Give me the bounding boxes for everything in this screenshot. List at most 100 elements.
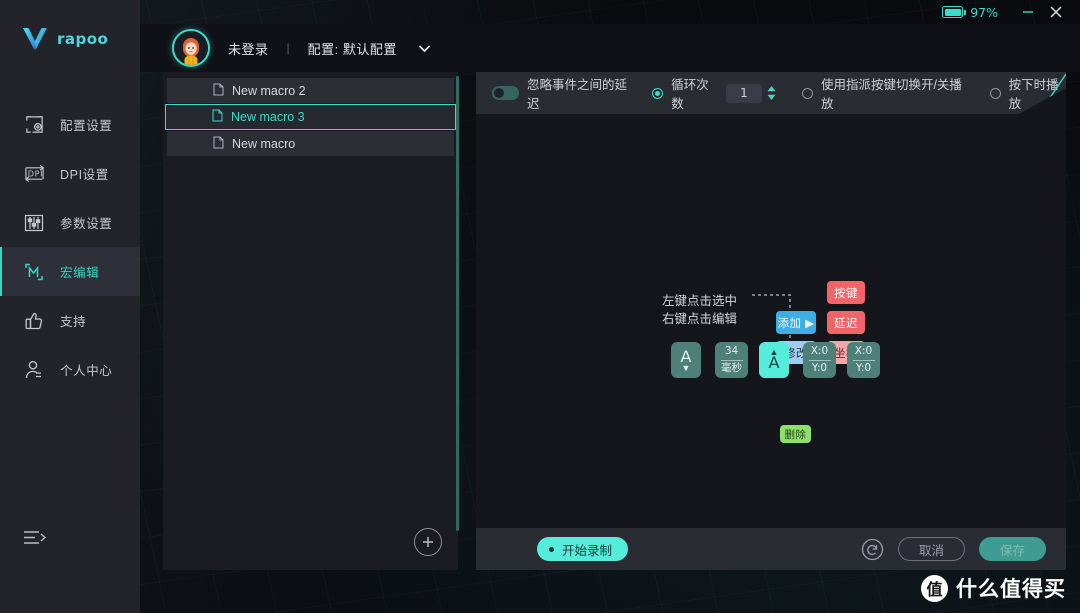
file-icon <box>213 83 224 99</box>
save-button[interactable]: 保存 <box>979 537 1046 561</box>
loop-count-stepper[interactable]: 1 <box>725 83 776 103</box>
sidebar-nav: 配置设置 DPI DPI设置 参数设置 宏编辑 支持 个人中心 <box>0 100 140 394</box>
list-item-selected[interactable]: New macro 3 <box>165 104 456 130</box>
cancel-button[interactable]: 取消 <box>898 537 965 561</box>
battery-percent: 97% <box>970 4 998 20</box>
divider <box>720 359 743 361</box>
sidebar-item-profile-settings[interactable]: 配置设置 <box>0 100 140 149</box>
file-icon <box>212 109 223 125</box>
sidebar-item-label: 支持 <box>60 315 87 329</box>
sliders-icon <box>22 211 46 235</box>
reset-circular-arrow-icon[interactable] <box>861 538 884 561</box>
macro-list-scrollbar[interactable] <box>456 76 459 531</box>
coord-y: Y:0 <box>855 362 872 374</box>
event-card-key-up[interactable]: A ▼ <box>671 342 701 378</box>
coord-x: X:0 <box>854 345 873 357</box>
ignore-delay-toggle[interactable] <box>492 86 519 100</box>
sidebar-item-support[interactable]: 支持 <box>0 296 140 345</box>
hint-line-2: 右键点击编辑 <box>662 312 738 326</box>
sidebar-item-parameters[interactable]: 参数设置 <box>0 198 140 247</box>
separator: | <box>286 41 290 55</box>
event-card-key-down[interactable]: ▲ A <box>759 342 789 378</box>
loop-count-radio[interactable] <box>652 87 664 99</box>
key-up-arrow-icon: ▼ <box>681 363 691 373</box>
macro-editor-panel: 忽略事件之间的延迟 循环次数 1 使用指派按键切换开/关播放 按下时播放 左键点… <box>476 72 1066 570</box>
watermark-text: 什么值得买 <box>956 578 1066 601</box>
macro-options-toolbar: 忽略事件之间的延迟 循环次数 1 使用指派按键切换开/关播放 按下时播放 <box>476 72 1066 114</box>
loop-count-option[interactable]: 循环次数 <box>652 74 717 112</box>
start-record-button[interactable]: 开始录制 <box>537 537 629 561</box>
rapoo-v-logo-icon <box>20 24 50 54</box>
event-card-coord[interactable]: X:0 Y:0 <box>803 342 836 378</box>
sidebar-item-label: 参数设置 <box>60 217 113 231</box>
loop-count-label: 循环次数 <box>671 78 709 111</box>
loop-count-input[interactable]: 1 <box>725 83 762 103</box>
avatar[interactable] <box>172 29 210 67</box>
divider <box>808 359 831 361</box>
loop-count-spin-arrows[interactable] <box>767 86 776 100</box>
context-add-button[interactable]: 添加 ▶ <box>776 311 816 334</box>
battery-icon <box>942 6 966 18</box>
macro-list: New macro 2 New macro 3 New macro <box>163 72 458 156</box>
hint-line-1: 左键点击选中 <box>662 294 738 308</box>
coord-x: X:0 <box>810 345 829 357</box>
list-item[interactable]: New macro <box>167 131 454 156</box>
delete-event-button[interactable]: 删除 <box>780 425 811 443</box>
divider <box>852 359 875 361</box>
macro-name: New macro 3 <box>231 110 305 124</box>
delay-unit: 毫秒 <box>721 362 742 374</box>
svg-text:DPI: DPI <box>27 169 42 179</box>
dpi-icon: DPI <box>22 162 46 186</box>
event-key: A <box>768 353 780 372</box>
sidebar-item-dpi[interactable]: DPI DPI设置 <box>0 149 140 198</box>
minimize-button[interactable] <box>1014 0 1042 24</box>
coord-y: Y:0 <box>811 362 828 374</box>
ignore-delay-option[interactable]: 忽略事件之间的延迟 <box>492 74 630 112</box>
chevron-down-icon[interactable] <box>417 43 432 54</box>
user-icon <box>22 358 46 382</box>
macro-m-icon <box>22 260 46 284</box>
sidebar-item-label: 宏编辑 <box>60 266 100 280</box>
play-on-press-option[interactable]: 按下时播放 <box>989 74 1066 112</box>
toggle-play-radio[interactable] <box>801 87 813 99</box>
account-bar: 未登录 | 配置: 默认配置 <box>140 24 1080 72</box>
macro-list-panel: New macro 2 New macro 3 New macro <box>163 72 459 570</box>
caret-down-icon <box>767 94 776 100</box>
canvas-hint: 左键点击选中 右键点击编辑 <box>662 292 737 328</box>
account-info: 未登录 | 配置: 默认配置 <box>228 39 432 58</box>
profile-selector-label[interactable]: 配置: 默认配置 <box>308 39 397 58</box>
brand-logo: rapoo <box>0 0 140 54</box>
delay-value: 34 <box>724 345 739 357</box>
login-status[interactable]: 未登录 <box>228 39 269 58</box>
sidebar-item-label: 配置设置 <box>60 119 113 133</box>
play-on-press-radio[interactable] <box>989 87 1001 99</box>
brand-name: rapoo <box>57 30 109 48</box>
thumbs-up-icon <box>22 309 46 333</box>
watermark: 值 什么值得买 <box>921 573 1066 603</box>
profile-settings-icon <box>22 113 46 137</box>
event-card-delay[interactable]: 34 毫秒 <box>715 342 748 378</box>
submenu-key-button[interactable]: 按键 <box>827 281 865 304</box>
play-on-press-label: 按下时播放 <box>1008 78 1059 111</box>
app-window: rapoo 配置设置 DPI DPI设置 参数设置 宏编辑 支持 个人中心 97… <box>0 0 1080 613</box>
sidebar-item-account-center[interactable]: 个人中心 <box>0 345 140 394</box>
sidebar-item-label: 个人中心 <box>60 364 113 378</box>
toggle-play-option[interactable]: 使用指派按键切换开/关播放 <box>801 74 964 112</box>
event-card-coord[interactable]: X:0 Y:0 <box>847 342 880 378</box>
action-buttons: 取消 保存 <box>861 537 1066 561</box>
editor-action-bar: 开始录制 取消 保存 <box>476 528 1066 570</box>
add-macro-button[interactable] <box>414 528 442 556</box>
watermark-badge: 值 <box>921 574 948 602</box>
record-dot-icon <box>549 546 554 552</box>
sidebar: rapoo 配置设置 DPI DPI设置 参数设置 宏编辑 支持 个人中心 <box>0 0 140 613</box>
list-item[interactable]: New macro 2 <box>167 78 454 103</box>
close-button[interactable] <box>1042 0 1070 24</box>
ignore-delay-label: 忽略事件之间的延迟 <box>527 78 628 111</box>
submenu-delay-button[interactable]: 延迟 <box>827 311 865 334</box>
macro-canvas[interactable]: 左键点击选中 右键点击编辑 添加 ▶ 修改 按键 延迟 坐标 A ▼ 34 毫秒 <box>476 114 1066 528</box>
collapse-menu-icon[interactable] <box>22 527 50 551</box>
caret-up-icon <box>767 86 776 92</box>
battery-indicator: 97% <box>942 5 998 20</box>
sidebar-item-label: DPI设置 <box>60 168 109 182</box>
sidebar-item-macro-editor[interactable]: 宏编辑 <box>0 247 140 296</box>
